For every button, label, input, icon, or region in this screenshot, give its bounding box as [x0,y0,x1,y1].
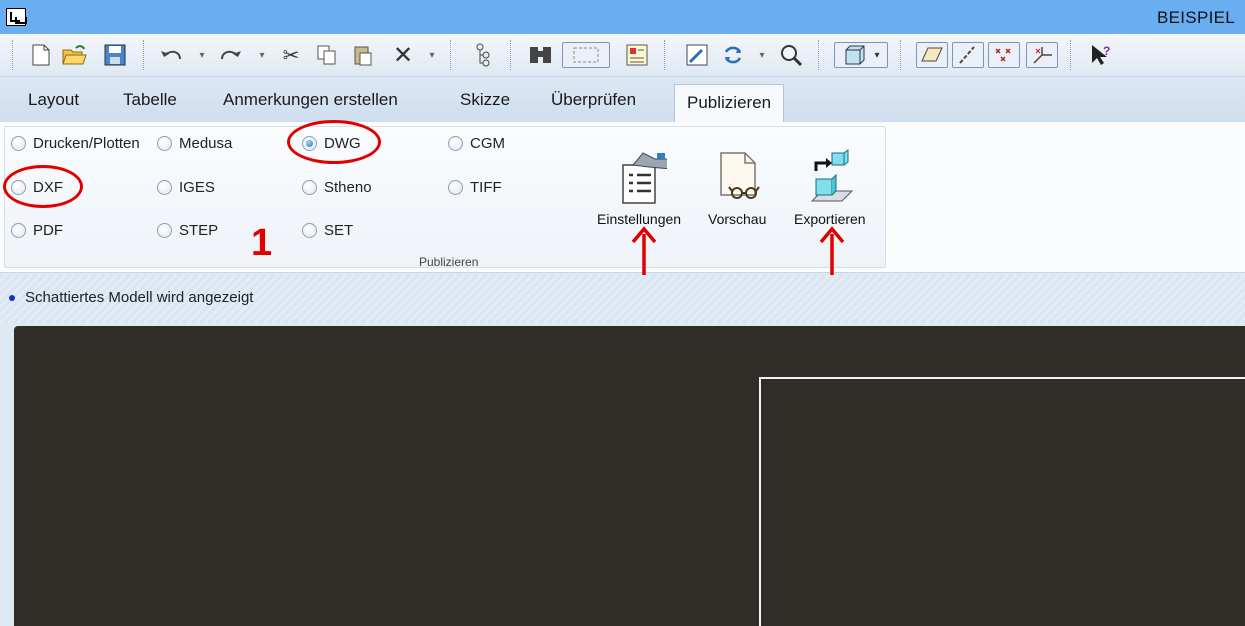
redo-dropdown-icon[interactable]: ▾ [256,42,268,68]
redo-icon[interactable] [218,42,244,68]
settings-icon [622,152,668,204]
toolbar-separator [143,40,146,70]
graphics-window[interactable] [14,326,1245,626]
group-label: Publizieren [419,255,479,269]
properties-icon[interactable] [624,42,650,68]
radio-icon[interactable] [157,180,172,195]
format-stheno[interactable]: Stheno [302,179,372,196]
status-bullet-icon [9,295,15,301]
format-label: Stheno [324,179,372,196]
export-icon [810,149,854,202]
status-message: Schattiertes Modell wird angezeigt [25,289,254,306]
window-title: BEISPIEL [1157,8,1235,27]
radio-icon[interactable] [302,180,317,195]
model-tree-icon[interactable] [470,42,496,68]
quick-access-toolbar: ▾ ▾ ✂ ✕ ▾ ▾ ▾ ? [0,34,1245,77]
whats-this-icon[interactable]: ? [1088,42,1114,68]
datum-planes-icon[interactable] [916,42,948,68]
toolbar-separator [450,40,453,70]
datum-points-icon[interactable] [988,42,1020,68]
toolbar-separator [900,40,903,70]
ribbon-tabs: Layout Tabelle Anmerkungen erstellen Ski… [0,77,1245,123]
format-dxf[interactable]: DXF [11,179,63,196]
radio-icon[interactable] [448,180,463,195]
format-label: DXF [33,179,63,196]
undo-dropdown-icon[interactable]: ▾ [196,42,208,68]
app-icon[interactable] [6,8,27,26]
annotation-step-1: 1 [251,222,273,264]
toolbar-separator [1070,40,1073,70]
format-label: SET [324,222,354,239]
format-tiff[interactable]: TIFF [448,179,502,196]
new-file-icon[interactable] [28,42,54,68]
open-folder-icon[interactable] [62,42,88,68]
tab-anmerkungen-erstellen[interactable]: Anmerkungen erstellen [223,90,398,110]
zoom-icon[interactable] [778,42,804,68]
radio-icon[interactable] [11,180,26,195]
datum-axes-icon[interactable] [952,42,984,68]
refresh-dropdown-icon[interactable]: ▾ [756,42,768,68]
format-cgm[interactable]: CGM [448,135,505,152]
format-medusa[interactable]: Medusa [157,135,232,152]
format-step[interactable]: STEP [157,222,218,239]
einstellungen-label: Einstellungen [597,211,682,227]
radio-icon[interactable] [157,136,172,151]
format-set[interactable]: SET [302,222,353,239]
exportieren-button[interactable]: Exportieren [794,149,866,227]
svg-text:?: ? [1103,44,1110,58]
tab-layout[interactable]: Layout [28,90,79,110]
delete-dropdown-icon[interactable]: ▾ [426,42,438,68]
cut-icon[interactable]: ✂ [278,42,304,68]
format-label: STEP [179,222,219,239]
toolbar-separator [664,40,667,70]
radio-icon[interactable] [302,223,317,238]
einstellungen-button[interactable]: Einstellungen [597,149,681,227]
format-iges[interactable]: IGES [157,179,215,196]
coordinate-systems-icon[interactable] [1026,42,1058,68]
toolbar-separator [510,40,513,70]
find-icon[interactable] [528,42,554,68]
status-bar: Schattiertes Modell wird angezeigt [0,275,1245,323]
delete-icon[interactable]: ✕ [390,42,416,69]
preview-icon [720,152,760,199]
format-label: CGM [470,135,505,152]
format-pdf[interactable]: PDF [11,222,63,239]
format-label: Medusa [179,135,233,152]
radio-icon[interactable] [11,223,26,238]
publish-group: Drucken/Plotten Medusa DWG CGM DXF IGES … [4,126,886,269]
select-box-icon[interactable] [562,42,610,68]
format-label: TIFF [470,179,502,196]
format-label: Drucken/Plotten [33,135,140,152]
undo-icon[interactable] [158,42,184,68]
toolbar-separator [818,40,821,70]
toolbar-separator [12,40,15,70]
copy-icon[interactable] [314,42,340,68]
title-bar: BEISPIEL [0,0,1245,34]
save-icon[interactable] [102,42,128,68]
repaint-icon[interactable] [684,42,710,68]
format-label: PDF [33,222,63,239]
vorschau-button[interactable]: Vorschau [708,149,766,227]
tab-skizze[interactable]: Skizze [460,90,510,110]
tab-publizieren[interactable]: Publizieren [674,84,785,122]
tab-tabelle[interactable]: Tabelle [123,90,177,110]
radio-icon[interactable] [448,136,463,151]
paste-icon[interactable] [350,42,376,68]
format-label: DWG [324,135,361,152]
format-drucken-plotten[interactable]: Drucken/Plotten [11,135,140,152]
drawing-sheet-border [759,377,1245,626]
ribbon-panel: Drucken/Plotten Medusa DWG CGM DXF IGES … [0,122,1245,273]
radio-icon[interactable] [157,223,172,238]
radio-icon-checked[interactable] [302,136,317,151]
format-label: IGES [179,179,215,196]
vorschau-label: Vorschau [708,211,767,227]
display-style-icon[interactable]: ▾ [834,42,888,68]
refresh-icon[interactable] [720,42,746,68]
tab-ueberpruefen[interactable]: Überprüfen [551,90,636,110]
format-dwg[interactable]: DWG [302,135,361,152]
radio-icon[interactable] [11,136,26,151]
exportieren-label: Exportieren [794,211,866,227]
